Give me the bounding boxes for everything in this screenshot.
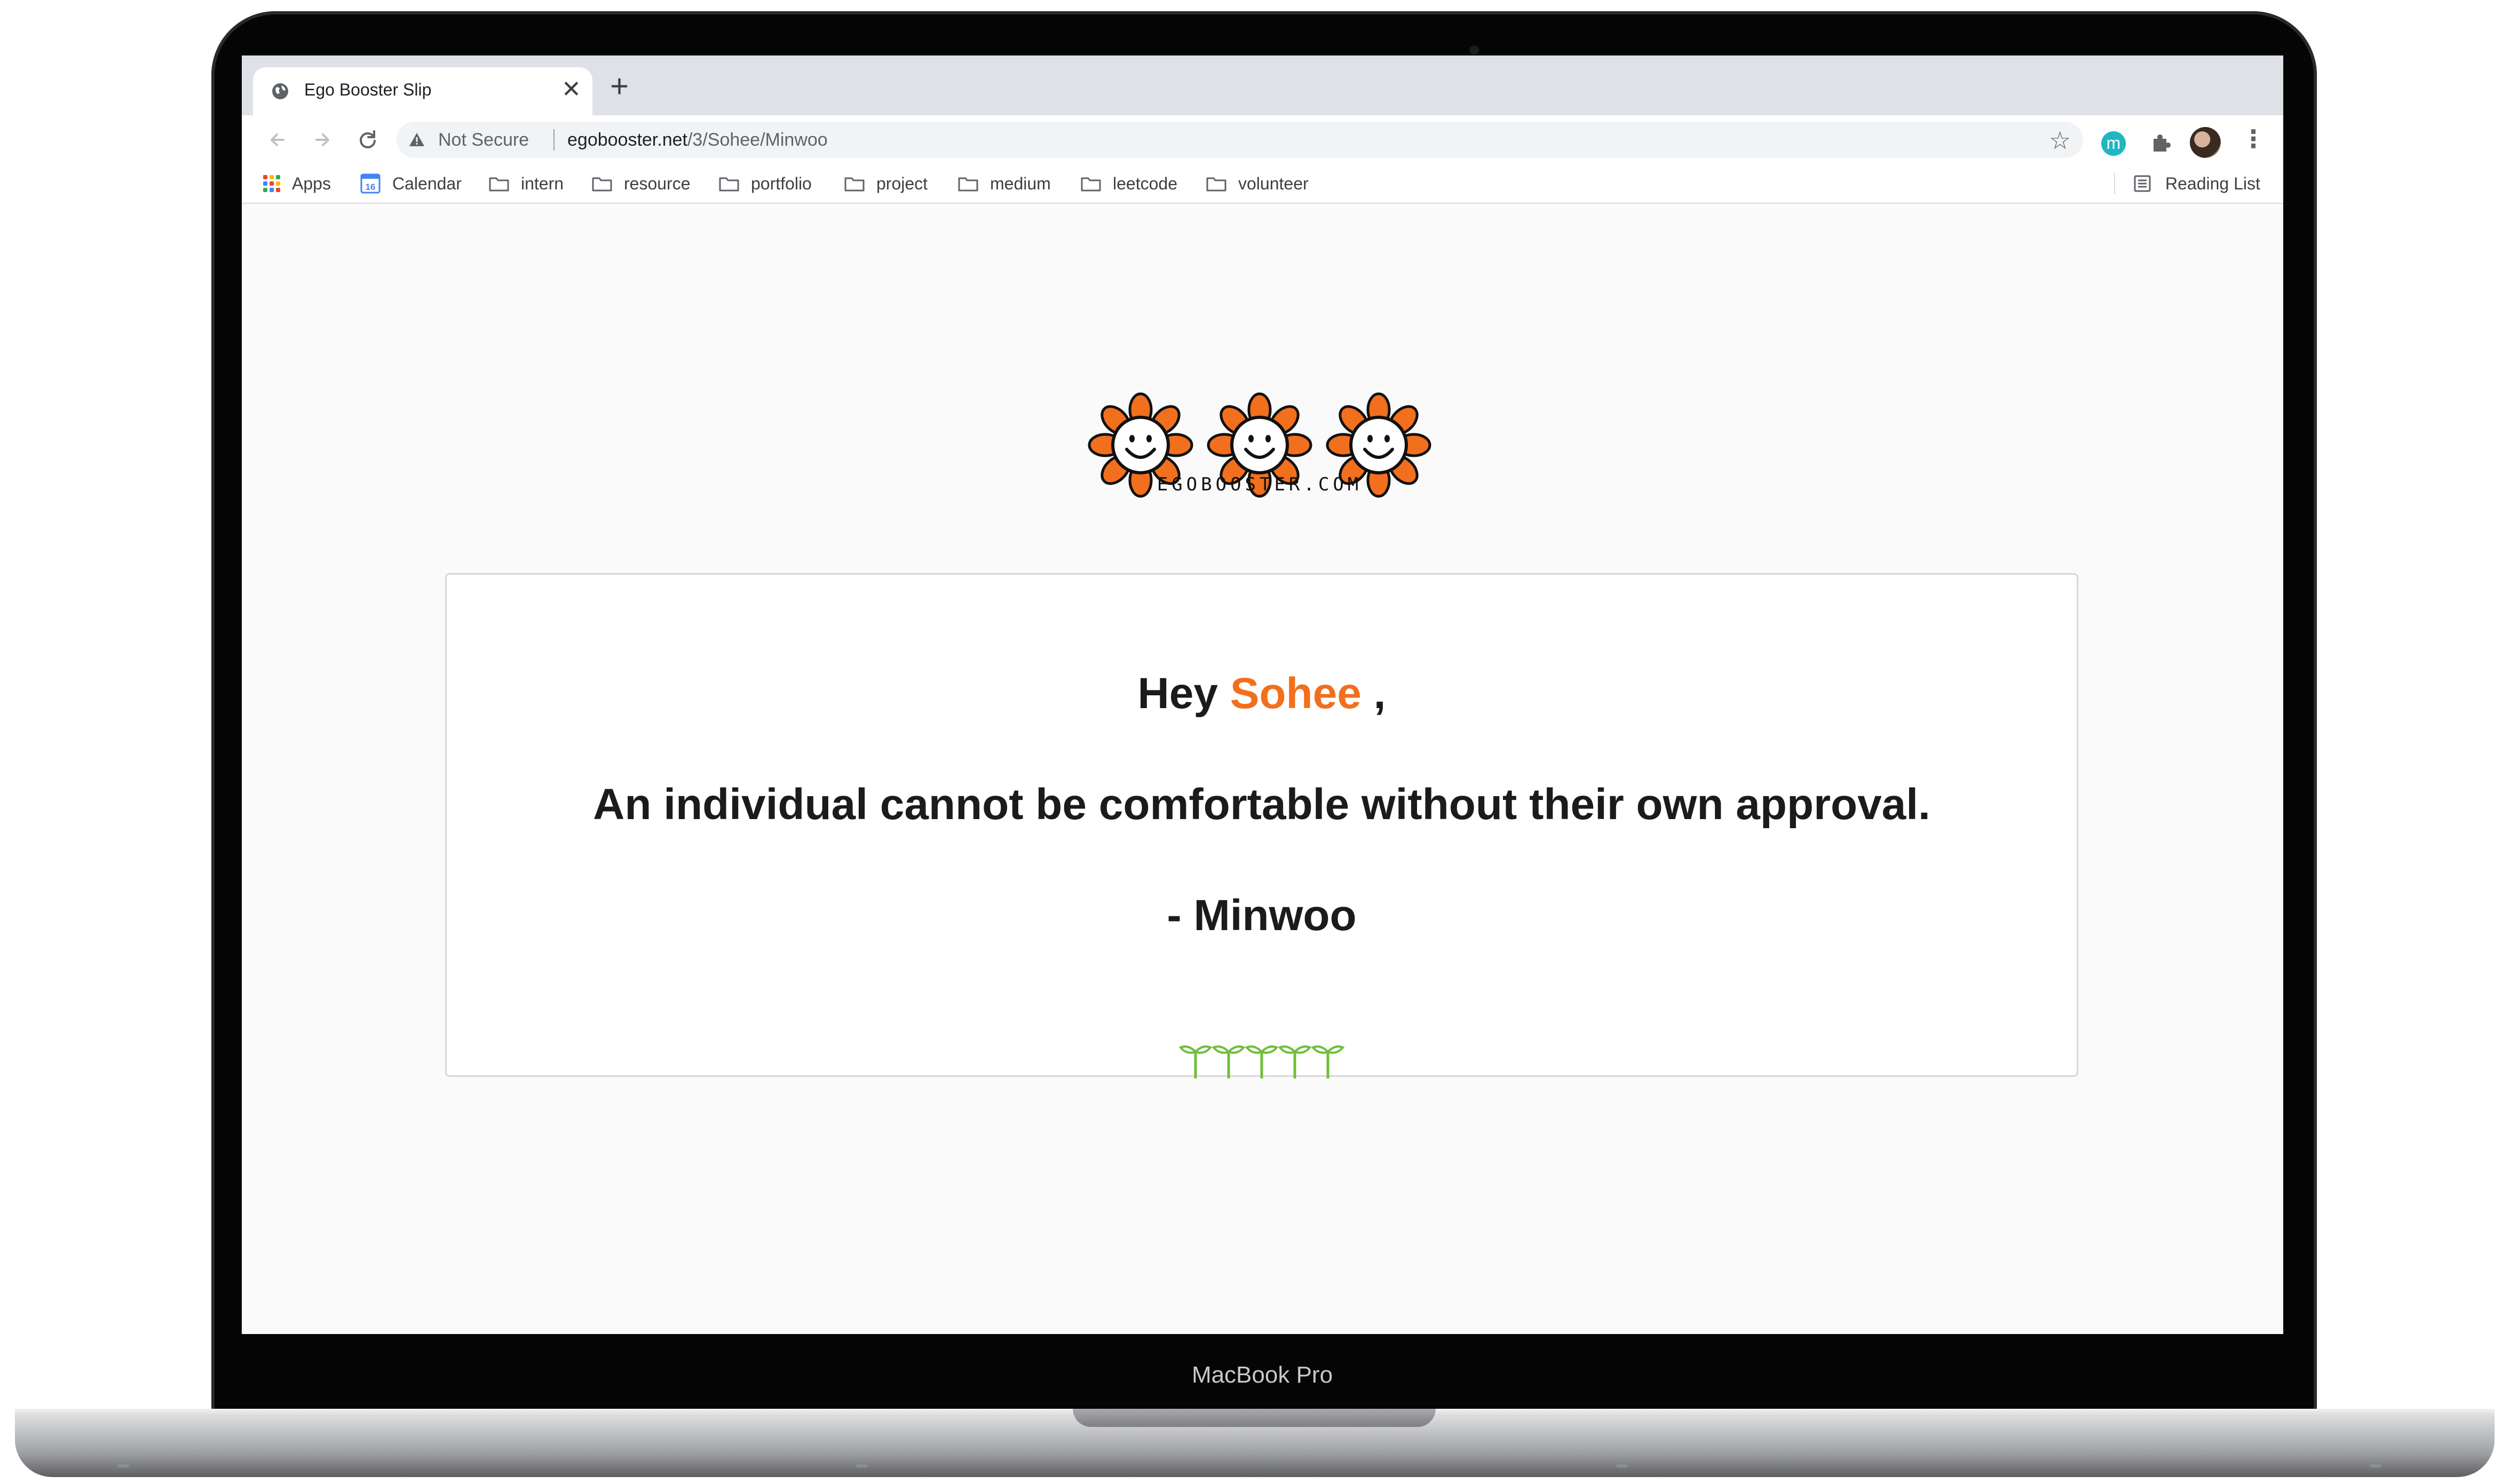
extension-m-icon[interactable]: m: [2101, 131, 2126, 156]
screen: Ego Booster Slip ✕ + Not Secure egoboost…: [242, 55, 2283, 1334]
laptop-notch: [1073, 1409, 1436, 1427]
ego-booster-card: Hey Sohee , An individual cannot be comf…: [445, 573, 2078, 1077]
bookmark-label: Calendar: [392, 173, 462, 193]
tab-ego-booster[interactable]: Ego Booster Slip ✕: [253, 67, 592, 115]
bookmark-calendar[interactable]: 16 Calendar: [360, 172, 462, 195]
bookmarks-bar: Apps 16 Calendar intern resource portfol…: [242, 164, 2283, 204]
reading-list-button[interactable]: Reading List: [2133, 172, 2260, 195]
bookmark-label: Apps: [292, 173, 331, 193]
warning-triangle-icon: [409, 133, 424, 146]
calendar-icon: 16: [360, 173, 381, 194]
camera-dot: [1469, 45, 1479, 55]
forward-arrow-icon[interactable]: [307, 124, 339, 156]
bookmark-folder-volunteer[interactable]: volunteer: [1206, 172, 1309, 195]
greeting-suffix: ,: [1361, 669, 1386, 718]
apps-grid-icon: [263, 175, 280, 192]
recipient-name: Sohee: [1230, 669, 1362, 718]
bookmark-label: portfolio: [751, 173, 812, 193]
browser-toolbar: Not Secure egobooster.net/3/Sohee/Minwoo…: [242, 115, 2283, 164]
bookmark-label: project: [876, 173, 928, 193]
bookmarks-separator: [2114, 173, 2115, 194]
security-status-label[interactable]: Not Secure: [438, 130, 529, 150]
bookmark-star-icon[interactable]: ☆: [2049, 126, 2071, 155]
extensions-puzzle-icon[interactable]: [2147, 129, 2174, 156]
greeting-line: Hey Sohee ,: [447, 669, 2077, 719]
laptop-foot: [856, 1464, 868, 1467]
svg-text:16: 16: [366, 182, 376, 192]
folder-icon: [1206, 177, 1226, 192]
device-label: MacBook Pro: [1191, 1362, 1333, 1388]
close-icon[interactable]: ✕: [561, 77, 581, 102]
tab-strip: Ego Booster Slip ✕ +: [242, 55, 2283, 115]
bookmark-label: resource: [624, 173, 691, 193]
sprouts-decoration: [1179, 1043, 1344, 1078]
folder-icon: [1081, 177, 1101, 192]
laptop-foot: [2370, 1464, 2381, 1467]
bookmark-label: leetcode: [1113, 173, 1177, 193]
site-name: EGOBOOSTER.COM: [1157, 474, 1363, 495]
reading-list-label: Reading List: [2165, 173, 2260, 193]
bookmark-label: intern: [521, 173, 564, 193]
bookmark-folder-project[interactable]: project: [844, 172, 928, 195]
bookmark-label: medium: [990, 173, 1051, 193]
address-separator: [553, 129, 555, 150]
reload-icon[interactable]: [352, 124, 384, 156]
folder-icon: [958, 177, 978, 192]
compliment-message: An individual cannot be comfortable with…: [593, 780, 1930, 829]
bookmark-folder-medium[interactable]: medium: [958, 172, 1051, 195]
sender-signature: - Minwoo: [1167, 891, 1357, 940]
back-arrow-icon[interactable]: [261, 124, 293, 156]
url-text[interactable]: egobooster.net/3/Sohee/Minwoo: [567, 130, 828, 150]
address-bar[interactable]: Not Secure egobooster.net/3/Sohee/Minwoo…: [397, 122, 2083, 158]
greeting-prefix: Hey: [1137, 669, 1230, 718]
url-domain: egobooster.net: [567, 130, 687, 150]
new-tab-button[interactable]: +: [610, 70, 629, 102]
bookmark-folder-intern[interactable]: intern: [489, 172, 564, 195]
folder-icon: [844, 177, 865, 192]
menu-kebab-icon[interactable]: ⋮: [2241, 123, 2266, 155]
url-path: /3/Sohee/Minwoo: [687, 130, 828, 150]
tab-title: Ego Booster Slip: [304, 80, 432, 99]
profile-avatar[interactable]: [2190, 127, 2221, 158]
web-page: EGOBOOSTER.COM Hey Sohee , An individual…: [242, 204, 2283, 1334]
bookmark-folder-leetcode[interactable]: leetcode: [1081, 172, 1177, 195]
bookmark-apps[interactable]: Apps: [263, 172, 331, 195]
reading-list-icon: [2134, 175, 2151, 192]
bookmark-folder-portfolio[interactable]: portfolio: [719, 172, 812, 195]
bookmark-label: volunteer: [1238, 173, 1309, 193]
laptop-foot: [1616, 1464, 1628, 1467]
folder-icon: [592, 177, 612, 192]
bookmark-folder-resource[interactable]: resource: [592, 172, 691, 195]
folder-icon: [489, 177, 509, 192]
globe-icon: [272, 83, 288, 99]
laptop-foot: [117, 1464, 129, 1467]
folder-icon: [719, 177, 739, 192]
